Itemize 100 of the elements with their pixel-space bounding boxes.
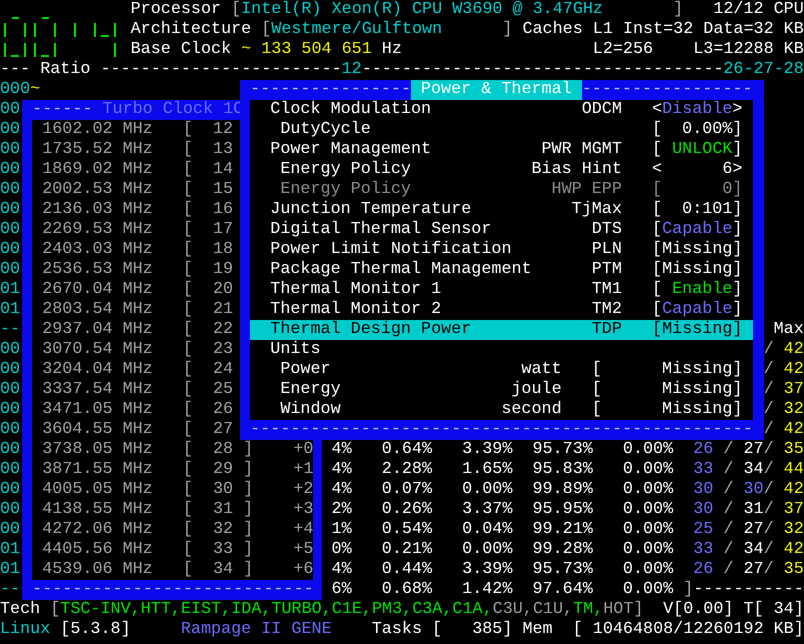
setting-row[interactable]: Power Management PWR MGMT [ UNLOCK]: [250, 140, 753, 160]
stat-value: 0.00%: [462, 480, 512, 500]
ratio-mark: 26-27-28: [723, 60, 804, 80]
bracket-text: ]: [732, 400, 742, 420]
frequency-value: 3738.05: [42, 440, 113, 460]
temperature-value: 42: [784, 480, 804, 500]
feature-label: IDA: [231, 600, 262, 620]
bracket-text: [: [182, 260, 193, 280]
temperature-value: 30: [693, 480, 714, 500]
bracket-text: [: [652, 220, 662, 240]
stat-value: 0.21%: [382, 540, 432, 560]
unit-label: MHz: [122, 400, 153, 420]
setting-label: Thermal Monitor 2: [270, 300, 442, 320]
bracket-text: [: [182, 420, 193, 440]
setting-row[interactable]: Digital Thermal Sensor DTS [Capable]: [250, 220, 753, 240]
stat-value: 0.00%: [622, 540, 674, 560]
stat-value: 1.65%: [462, 460, 512, 480]
tasks-count: 385: [471, 620, 502, 640]
bracket-text: [: [652, 200, 662, 220]
separator-text: /: [723, 540, 734, 560]
stat-value: 4%: [332, 440, 352, 460]
stat-value: 0.00%: [622, 480, 674, 500]
frequency-value: 4539.06: [42, 560, 113, 580]
temperature-value: 34: [743, 540, 764, 560]
stat-value: 0.44%: [382, 560, 432, 580]
separator-text: ,: [130, 600, 141, 620]
stat-value: 0.68%: [382, 580, 432, 600]
temperature-value: 32: [784, 400, 804, 420]
bracket-text: [: [182, 520, 193, 540]
setting-value: Capable: [662, 300, 732, 320]
temperature-value: 44: [784, 460, 804, 480]
unit-label: MHz: [122, 320, 153, 340]
ratio-value: 23: [212, 340, 234, 360]
setting-row[interactable]: Thermal Design Power TDP [Missing]: [250, 320, 753, 340]
unit-label: MHz: [122, 140, 153, 160]
setting-label: Power Management: [270, 140, 432, 160]
marker-text: ~: [30, 80, 40, 100]
ratio-value: 18: [212, 240, 234, 260]
setting-row[interactable]: Energy joule [ Missing]: [250, 380, 753, 400]
temperature-value: 42: [784, 360, 804, 380]
cpu-id: 00: [0, 140, 20, 160]
ratio-value: 13: [212, 140, 234, 160]
setting-row[interactable]: Window second [ Missing]: [250, 400, 753, 420]
rule-text: -----------------: [582, 80, 753, 100]
temperature-value: 42: [784, 420, 804, 440]
setting-row[interactable]: DutyCycle [ 0.00%]: [250, 120, 753, 140]
unit-label: watt: [520, 360, 562, 380]
cpu-id: 00: [0, 420, 20, 440]
bracket-text: ]: [243, 480, 254, 500]
board-name: Rampage II GENE: [180, 620, 332, 640]
frequency-value: 2136.03: [42, 200, 113, 220]
setting-label: Thermal Design Power: [270, 320, 472, 340]
unit-label: KB: [784, 40, 804, 60]
unit-label: MHz: [122, 280, 153, 300]
cpu-id: 00: [0, 400, 20, 420]
temperature-value: 31: [743, 500, 764, 520]
unit-label: MHz: [122, 520, 153, 540]
bracket-text: [: [652, 140, 662, 160]
setting-row[interactable]: Thermal Monitor 1 TM1 [ Enable]: [250, 280, 753, 300]
setting-row[interactable]: Power Limit Notification PLN [Missing]: [250, 240, 753, 260]
stat-value: 0.00%: [622, 460, 674, 480]
cache-value: Data=32: [703, 20, 774, 40]
temperature-value: T[ 34]: [743, 600, 804, 620]
setting-row[interactable]: Package Thermal Management PTM [Missing]: [250, 260, 753, 280]
setting-row[interactable]: Energy Policy Bias Hint < 6>: [250, 160, 753, 180]
stat-value: 3.37%: [462, 500, 512, 520]
temperature-value: 37: [784, 500, 804, 520]
setting-row[interactable]: Clock Modulation ODCM <Disable>: [250, 100, 753, 120]
setting-row[interactable]: Units: [250, 340, 753, 360]
dialog-title: Power & Thermal: [410, 80, 582, 100]
bracket-text: ]: [732, 360, 742, 380]
stat-value: 2%: [332, 500, 352, 520]
setting-code: Bias Hint: [531, 160, 622, 180]
stat-value: 2.28%: [382, 460, 432, 480]
frequency-value: 3070.54: [42, 340, 113, 360]
setting-row[interactable]: Junction Temperature TjMax [ 0:101]: [250, 200, 753, 220]
separator-text: /: [764, 480, 774, 500]
unit-label: KB: [774, 620, 794, 640]
bracket-text: [: [182, 280, 193, 300]
ratio-value: 27: [212, 420, 234, 440]
unit-label: MHz: [122, 560, 153, 580]
setting-value: Missing: [662, 240, 732, 260]
frequency-value: 4272.06: [42, 520, 113, 540]
feature-label: TSC-INV: [60, 600, 131, 620]
bracket-text: ]: [683, 580, 694, 600]
setting-label: Power Limit Notification: [270, 240, 512, 260]
ratio-value: 16: [212, 200, 234, 220]
cache-value: Inst=32: [622, 20, 694, 40]
stat-value: 97.64%: [532, 580, 593, 600]
feature-label: C3A: [412, 600, 442, 620]
offset-value: +2: [292, 480, 314, 500]
cpu-id: 00: [0, 240, 20, 260]
feature-label: C1E: [332, 600, 362, 620]
cpu-id: 00: [0, 500, 20, 520]
setting-row[interactable]: Thermal Monitor 2 TM2 [Capable]: [250, 300, 753, 320]
bracket-text: ]: [243, 560, 254, 580]
setting-label: Window: [280, 400, 341, 420]
setting-label: Clock Modulation: [270, 100, 432, 120]
setting-row[interactable]: Power watt [ Missing]: [250, 360, 753, 380]
setting-value: Missing: [661, 400, 732, 420]
